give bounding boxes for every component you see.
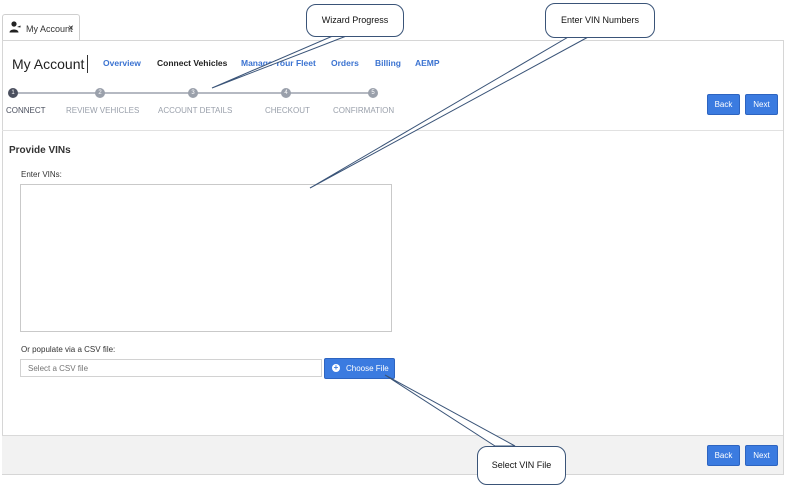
- section-title: Provide VINs: [9, 145, 71, 156]
- nav-manage-your-fleet[interactable]: Manage Your Fleet: [241, 58, 316, 68]
- nav-connect-vehicles[interactable]: Connect Vehicles: [157, 58, 227, 68]
- vin-label: Enter VINs:: [21, 170, 62, 179]
- nav-overview[interactable]: Overview: [103, 58, 141, 68]
- nav-billing[interactable]: Billing: [375, 58, 401, 68]
- wizard-step-1-label: CONNECT: [6, 106, 46, 115]
- footer-next-button[interactable]: Next: [745, 445, 778, 466]
- user-icon: [9, 21, 21, 33]
- wizard-step-3-label: ACCOUNT DETAILS: [158, 106, 233, 115]
- nav-orders[interactable]: Orders: [331, 58, 359, 68]
- wizard-step-5-dot: 5: [368, 88, 378, 98]
- tab-label: My Account: [26, 24, 73, 34]
- vin-textarea[interactable]: [20, 184, 392, 332]
- footer-bar: [2, 435, 783, 474]
- wizard-step-4-label: CHECKOUT: [265, 106, 310, 115]
- csv-file-input[interactable]: [20, 359, 322, 377]
- wizard-step-5-label: CONFIRMATION: [333, 106, 395, 115]
- plus-circle-icon: +: [332, 363, 340, 372]
- callout-enter-vin: Enter VIN Numbers: [545, 3, 655, 38]
- csv-label: Or populate via a CSV file:: [21, 345, 116, 354]
- choose-file-button[interactable]: + Choose File: [324, 358, 395, 379]
- wizard-step-3-dot: 3: [188, 88, 198, 98]
- choose-file-label: Choose File: [346, 364, 389, 373]
- wizard-step-2-dot: 2: [95, 88, 105, 98]
- callout-wizard-progress: Wizard Progress: [306, 4, 404, 37]
- close-icon[interactable]: ×: [68, 23, 74, 34]
- nav-aemp[interactable]: AEMP: [415, 58, 440, 68]
- page-title: My Account: [12, 56, 85, 72]
- next-button[interactable]: Next: [745, 94, 778, 115]
- back-button[interactable]: Back: [707, 94, 740, 115]
- callout-select-vin-file: Select VIN File: [477, 446, 566, 485]
- wizard-step-1-dot: 1: [8, 88, 18, 98]
- wizard-step-4-dot: 4: [281, 88, 291, 98]
- title-divider: [87, 55, 88, 73]
- wizard-step-2-label: REVIEW VEHICLES: [66, 106, 140, 115]
- footer-back-button[interactable]: Back: [707, 445, 740, 466]
- divider: [2, 130, 783, 131]
- tab-my-account[interactable]: My Account ×: [2, 14, 80, 41]
